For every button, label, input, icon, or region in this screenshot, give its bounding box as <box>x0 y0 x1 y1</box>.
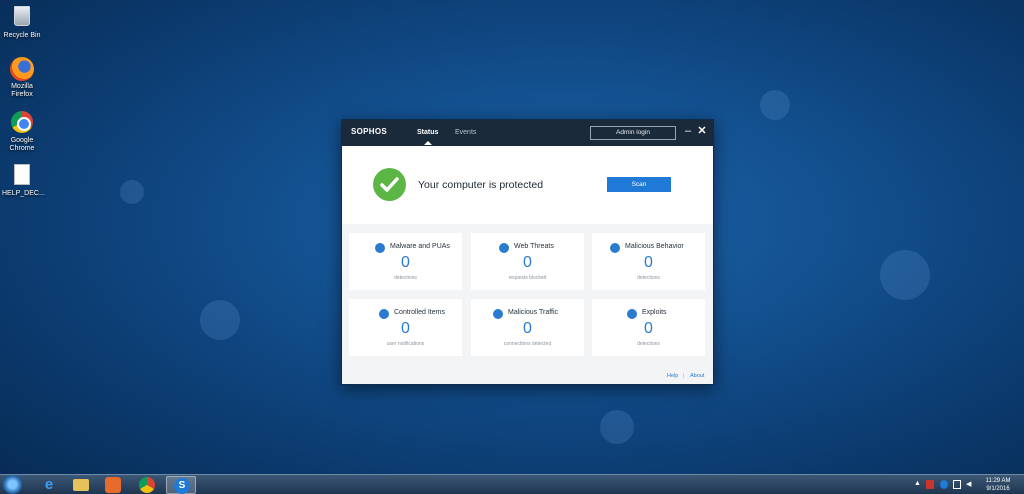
taskbar-media-player[interactable] <box>100 476 126 494</box>
help-link[interactable]: Help <box>667 373 678 379</box>
sophos-logo: SOPHOS <box>351 127 388 136</box>
taskbar-internet-explorer[interactable]: e <box>36 476 62 494</box>
clock-time: 11:29 AM <box>985 478 1011 484</box>
card-controlled-items[interactable]: Controlled Items 0 user notifications <box>349 299 462 356</box>
card-subtitle: requests blocked <box>508 275 547 281</box>
taskbar-file-explorer[interactable] <box>68 476 94 494</box>
desktop-icon-chrome[interactable]: Google Chrome <box>2 110 42 153</box>
system-clock[interactable]: 11:29 AM 9/1/2016 <box>978 477 1018 493</box>
desktop-icon-label: Google Chrome <box>9 137 35 152</box>
card-title: Controlled Items <box>394 309 445 316</box>
window-titlebar: SOPHOS Status Events Admin login – ✕ <box>342 120 713 146</box>
card-title: Web Threats <box>514 243 554 250</box>
media-player-icon <box>105 477 121 493</box>
minimize-button[interactable]: – <box>683 125 693 139</box>
card-title: Malicious Behavior <box>625 243 684 250</box>
sophos-window: SOPHOS Status Events Admin login – ✕ You… <box>341 119 714 385</box>
card-title: Malware and PUAs <box>390 243 450 250</box>
about-link[interactable]: About <box>690 373 704 379</box>
card-web-threats[interactable]: Web Threats 0 requests blocked <box>471 233 584 290</box>
desktop-icon-help-document[interactable]: HELP_DEC... <box>2 163 45 198</box>
card-value: 0 <box>401 320 410 337</box>
card-value: 0 <box>401 254 410 271</box>
chrome-icon <box>10 111 34 135</box>
background-bokeh <box>760 90 790 120</box>
card-value: 0 <box>523 254 532 271</box>
background-bokeh <box>880 250 930 300</box>
footer-separator: | <box>683 373 685 379</box>
desktop-icon-label: Recycle Bin <box>3 32 41 39</box>
scan-button[interactable]: Scan <box>607 177 671 192</box>
card-exploits[interactable]: Exploits 0 detections <box>592 299 705 356</box>
card-value: 0 <box>644 320 653 337</box>
close-button[interactable]: ✕ <box>697 125 707 139</box>
taskbar: e S ▲ ◀ 11:29 AM 9/1/2016 <box>0 474 1024 494</box>
sophos-tray-icon[interactable] <box>940 480 948 489</box>
card-malicious-traffic[interactable]: Malicious Traffic 0 connections detected <box>471 299 584 356</box>
background-bokeh <box>200 300 240 340</box>
document-icon <box>10 164 34 188</box>
globe-icon <box>499 243 509 253</box>
card-malicious-behavior[interactable]: Malicious Behavior 0 detections <box>592 233 705 290</box>
volume-icon[interactable]: ◀ <box>966 480 974 489</box>
firefox-icon <box>10 57 34 81</box>
protection-status-text: Your computer is protected <box>418 179 544 191</box>
card-subtitle: connections detected <box>503 341 552 347</box>
behavior-icon <box>610 243 620 253</box>
block-icon <box>627 309 637 319</box>
card-subtitle: detections <box>637 275 660 281</box>
show-hidden-icons[interactable]: ▲ <box>914 480 922 489</box>
crosshair-icon <box>375 243 385 253</box>
recycle-bin-icon <box>10 6 34 30</box>
card-subtitle: detections <box>637 341 660 347</box>
desktop-icon-firefox[interactable]: Mozilla Firefox <box>2 57 42 99</box>
card-malware[interactable]: Malware and PUAs 0 detections <box>349 233 462 290</box>
desktop-icon-label: Mozilla Firefox <box>11 83 33 98</box>
background-bokeh <box>600 410 634 444</box>
card-value: 0 <box>644 254 653 271</box>
action-center-flag-icon[interactable] <box>926 480 934 489</box>
card-subtitle: user notifications <box>386 341 425 347</box>
taskbar-sophos[interactable]: S <box>166 476 196 494</box>
check-icon <box>373 168 406 201</box>
card-title: Exploits <box>642 309 667 316</box>
background-bokeh <box>120 180 144 204</box>
sophos-icon: S <box>174 478 190 494</box>
network-icon[interactable] <box>953 480 961 489</box>
taskbar-chrome[interactable] <box>134 476 160 494</box>
desktop-icon-label: HELP_DEC... <box>2 190 45 197</box>
file-explorer-icon <box>73 479 89 491</box>
admin-login-button[interactable]: Admin login <box>590 126 676 140</box>
warning-icon <box>493 309 503 319</box>
start-button[interactable] <box>3 475 22 494</box>
tab-events[interactable]: Events <box>455 129 476 136</box>
card-subtitle: detections <box>394 275 417 281</box>
clock-date: 9/1/2016 <box>986 486 1010 492</box>
wrench-icon <box>379 309 389 319</box>
tab-status[interactable]: Status <box>417 129 438 145</box>
internet-explorer-icon: e <box>44 476 54 493</box>
card-value: 0 <box>523 320 532 337</box>
desktop-icon-recycle-bin[interactable]: Recycle Bin <box>2 4 42 40</box>
status-hero: Your computer is protected Scan <box>342 146 713 224</box>
chrome-icon <box>139 477 155 493</box>
card-title: Malicious Traffic <box>508 309 559 316</box>
